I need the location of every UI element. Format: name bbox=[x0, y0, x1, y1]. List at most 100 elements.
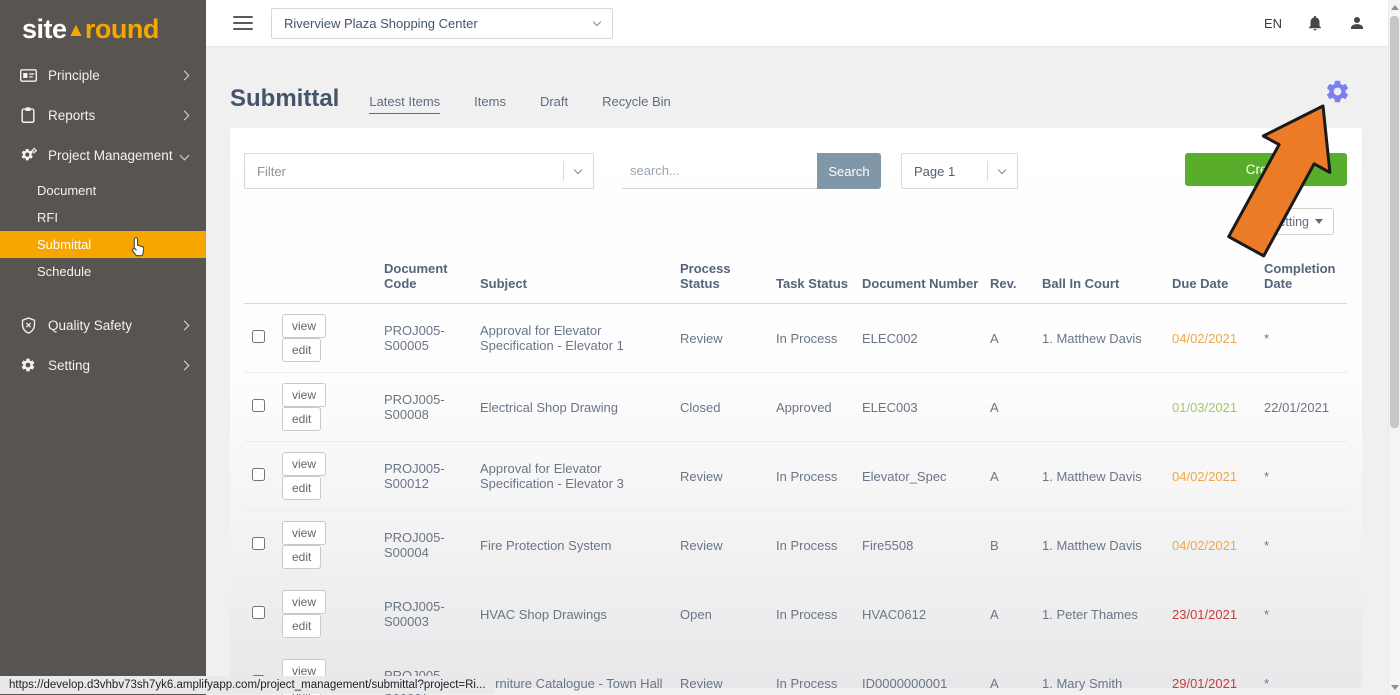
page-selector-dropdown[interactable]: Page 1 bbox=[901, 153, 1018, 189]
chevron-right-icon bbox=[180, 320, 190, 330]
scroll-up-arrow-icon[interactable] bbox=[1391, 5, 1399, 10]
scroll-down-arrow-icon[interactable] bbox=[1391, 685, 1399, 690]
sidebar-item-setting[interactable]: Setting bbox=[0, 345, 206, 385]
column-task-status: Task Status bbox=[776, 255, 862, 304]
tab-recycle-bin[interactable]: Recycle Bin bbox=[602, 94, 671, 114]
column-checkbox bbox=[244, 255, 282, 304]
column-rev: Rev. bbox=[990, 255, 1042, 304]
filter-placeholder: Filter bbox=[257, 164, 563, 179]
table-setting-button[interactable]: Setting bbox=[1259, 208, 1334, 235]
cell-due-date: 23/01/2021 bbox=[1172, 607, 1237, 622]
view-button[interactable]: view bbox=[282, 452, 326, 476]
sidebar-subitem-rfi[interactable]: RFI bbox=[0, 204, 206, 231]
cell-completion-date: * bbox=[1264, 511, 1347, 580]
table-row: viewedit PROJ005-S00003 HVAC Shop Drawin… bbox=[244, 580, 1347, 649]
project-management-submenu: Document RFI Submittal Schedule bbox=[0, 175, 206, 291]
app-logo: site▲round bbox=[0, 0, 206, 55]
cell-document-number: ELEC003 bbox=[862, 373, 990, 442]
chevron-down-icon bbox=[574, 165, 582, 173]
row-checkbox[interactable] bbox=[252, 330, 265, 343]
search-button[interactable]: Search bbox=[817, 153, 881, 189]
cell-document-number: ID0000000001 bbox=[862, 649, 990, 695]
sidebar-item-quality-safety[interactable]: Quality Safety bbox=[0, 305, 206, 345]
cell-document-number: ELEC002 bbox=[862, 304, 990, 373]
caret-down-icon bbox=[1315, 219, 1323, 224]
cell-completion-date: * bbox=[1264, 580, 1347, 649]
vertical-scrollbar[interactable] bbox=[1388, 0, 1400, 695]
sidebar-item-reports[interactable]: Reports bbox=[0, 95, 206, 135]
cell-due-date: 01/03/2021 bbox=[1172, 400, 1237, 415]
chevron-right-icon bbox=[180, 110, 190, 120]
cell-ball-in-court: 1. Matthew Davis bbox=[1042, 511, 1172, 580]
column-completion-date: Completion Date bbox=[1264, 255, 1347, 304]
create-button[interactable]: Create bbox=[1185, 153, 1347, 186]
cell-completion-date: * bbox=[1264, 649, 1347, 695]
view-button[interactable]: view bbox=[282, 590, 326, 614]
cell-subject: Approval for Elevator Specification - El… bbox=[480, 442, 680, 511]
sidebar-item-label: Reports bbox=[48, 108, 181, 123]
submittal-table: Document Code Subject Process Status Tas… bbox=[244, 255, 1347, 695]
row-checkbox[interactable] bbox=[252, 468, 265, 481]
logo-text-round: round bbox=[85, 14, 159, 44]
cell-subject: HVAC Shop Drawings bbox=[480, 580, 680, 649]
tab-latest-items[interactable]: Latest Items bbox=[369, 94, 440, 114]
tab-draft[interactable]: Draft bbox=[540, 94, 568, 114]
column-ball-in-court: Ball In Court bbox=[1042, 255, 1172, 304]
view-button[interactable]: view bbox=[282, 383, 326, 407]
row-checkbox[interactable] bbox=[252, 606, 265, 619]
gears-icon bbox=[18, 146, 38, 164]
search-input[interactable] bbox=[622, 153, 817, 189]
edit-button[interactable]: edit bbox=[282, 545, 321, 569]
view-button[interactable]: view bbox=[282, 314, 326, 338]
project-selector-dropdown[interactable]: Riverview Plaza Shopping Center bbox=[271, 8, 613, 39]
filter-dropdown[interactable]: Filter bbox=[244, 153, 594, 189]
user-profile-icon[interactable] bbox=[1348, 14, 1366, 32]
column-due-date: Due Date bbox=[1172, 255, 1264, 304]
scrollbar-thumb[interactable] bbox=[1390, 16, 1399, 428]
cell-task-status: Approved bbox=[776, 373, 862, 442]
sidebar-item-principle[interactable]: Principle bbox=[0, 55, 206, 95]
view-button[interactable]: view bbox=[282, 521, 326, 545]
cell-process-status: Open bbox=[680, 580, 776, 649]
cell-task-status: In Process bbox=[776, 649, 862, 695]
cell-task-status: In Process bbox=[776, 580, 862, 649]
edit-button[interactable]: edit bbox=[282, 614, 321, 638]
clipboard-icon bbox=[18, 106, 38, 124]
cell-task-status: In Process bbox=[776, 442, 862, 511]
edit-button[interactable]: edit bbox=[282, 476, 321, 500]
column-subject: Subject bbox=[480, 255, 680, 304]
edit-button[interactable]: edit bbox=[282, 407, 321, 431]
table-row: viewedit PROJ005-S00012 Approval for Ele… bbox=[244, 442, 1347, 511]
sidebar-subitem-schedule[interactable]: Schedule bbox=[0, 258, 206, 285]
sidebar-item-project-management[interactable]: Project Management bbox=[0, 135, 206, 175]
sidebar-subitem-document[interactable]: Document bbox=[0, 177, 206, 204]
chevron-down-icon bbox=[998, 165, 1006, 173]
cell-subject: Approval for Elevator Specification - El… bbox=[480, 304, 680, 373]
cell-rev: A bbox=[990, 580, 1042, 649]
notifications-bell-icon[interactable] bbox=[1306, 14, 1324, 32]
cell-task-status: In Process bbox=[776, 511, 862, 580]
sidebar-subitem-submittal[interactable]: Submittal bbox=[0, 231, 206, 258]
cell-due-date: 29/01/2021 bbox=[1172, 676, 1237, 691]
row-checkbox[interactable] bbox=[252, 399, 265, 412]
table-row: viewedit PROJ005-S00004 Fire Protection … bbox=[244, 511, 1347, 580]
cell-document-number: Elevator_Spec bbox=[862, 442, 990, 511]
page-settings-gear-icon[interactable] bbox=[1324, 78, 1351, 105]
mouse-hand-cursor bbox=[128, 236, 146, 258]
project-selector-value: Riverview Plaza Shopping Center bbox=[284, 16, 594, 31]
sidebar-item-label: Project Management bbox=[48, 148, 181, 163]
cell-document-number: Fire5508 bbox=[862, 511, 990, 580]
row-checkbox[interactable] bbox=[252, 537, 265, 550]
column-actions bbox=[282, 255, 384, 304]
submittal-tabs: Latest Items Items Draft Recycle Bin bbox=[369, 94, 670, 114]
cell-due-date: 04/02/2021 bbox=[1172, 331, 1237, 346]
cell-completion-date: * bbox=[1264, 304, 1347, 373]
tab-items[interactable]: Items bbox=[474, 94, 506, 114]
cell-rev: A bbox=[990, 373, 1042, 442]
page-title: Submittal bbox=[230, 85, 339, 113]
hamburger-menu-icon[interactable] bbox=[233, 16, 253, 30]
language-selector[interactable]: EN bbox=[1264, 16, 1282, 31]
cell-rev: A bbox=[990, 442, 1042, 511]
edit-button[interactable]: edit bbox=[282, 338, 321, 362]
cell-completion-date: 22/01/2021 bbox=[1264, 373, 1347, 442]
